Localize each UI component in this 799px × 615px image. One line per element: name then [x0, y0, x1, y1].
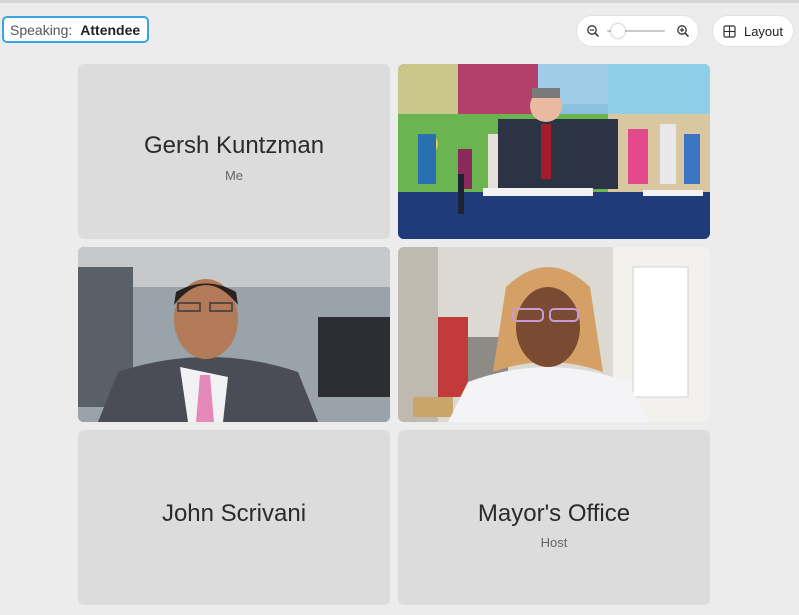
participant-subtitle: Host	[540, 535, 568, 550]
video-feed-mural-speaker	[398, 64, 710, 239]
top-divider	[0, 0, 799, 3]
speaking-label: Speaking:	[10, 21, 73, 38]
zoom-out-icon[interactable]	[586, 24, 600, 38]
participant-name: Mayor's Office	[477, 500, 631, 527]
zoom-slider-thumb[interactable]	[610, 24, 625, 38]
active-speaker-indicator: Speaking: Attendee	[2, 16, 149, 43]
participant-video-tile[interactable]	[78, 247, 390, 422]
participant-tile-john-scrivani[interactable]: John Scrivani	[78, 430, 390, 605]
zoom-in-icon[interactable]	[676, 24, 690, 38]
layout-label: Layout	[743, 23, 784, 39]
speaking-name: Attendee	[80, 21, 141, 38]
grid-icon	[723, 24, 736, 38]
layout-button[interactable]: Layout	[713, 16, 793, 46]
participant-video-tile[interactable]	[398, 64, 710, 239]
video-feed-car-participant	[78, 247, 390, 422]
participant-name: Gersh Kuntzman	[143, 132, 325, 159]
participant-tile-gersh-kuntzman[interactable]: Gersh Kuntzman Me	[78, 64, 390, 239]
participant-name: John Scrivani	[161, 500, 307, 527]
participant-subtitle: Me	[224, 168, 244, 183]
participant-tile-mayors-office[interactable]: Mayor's Office Host	[398, 430, 710, 605]
zoom-control	[577, 16, 698, 46]
participant-video-tile[interactable]	[398, 247, 710, 422]
video-feed-home-participant	[398, 247, 710, 422]
